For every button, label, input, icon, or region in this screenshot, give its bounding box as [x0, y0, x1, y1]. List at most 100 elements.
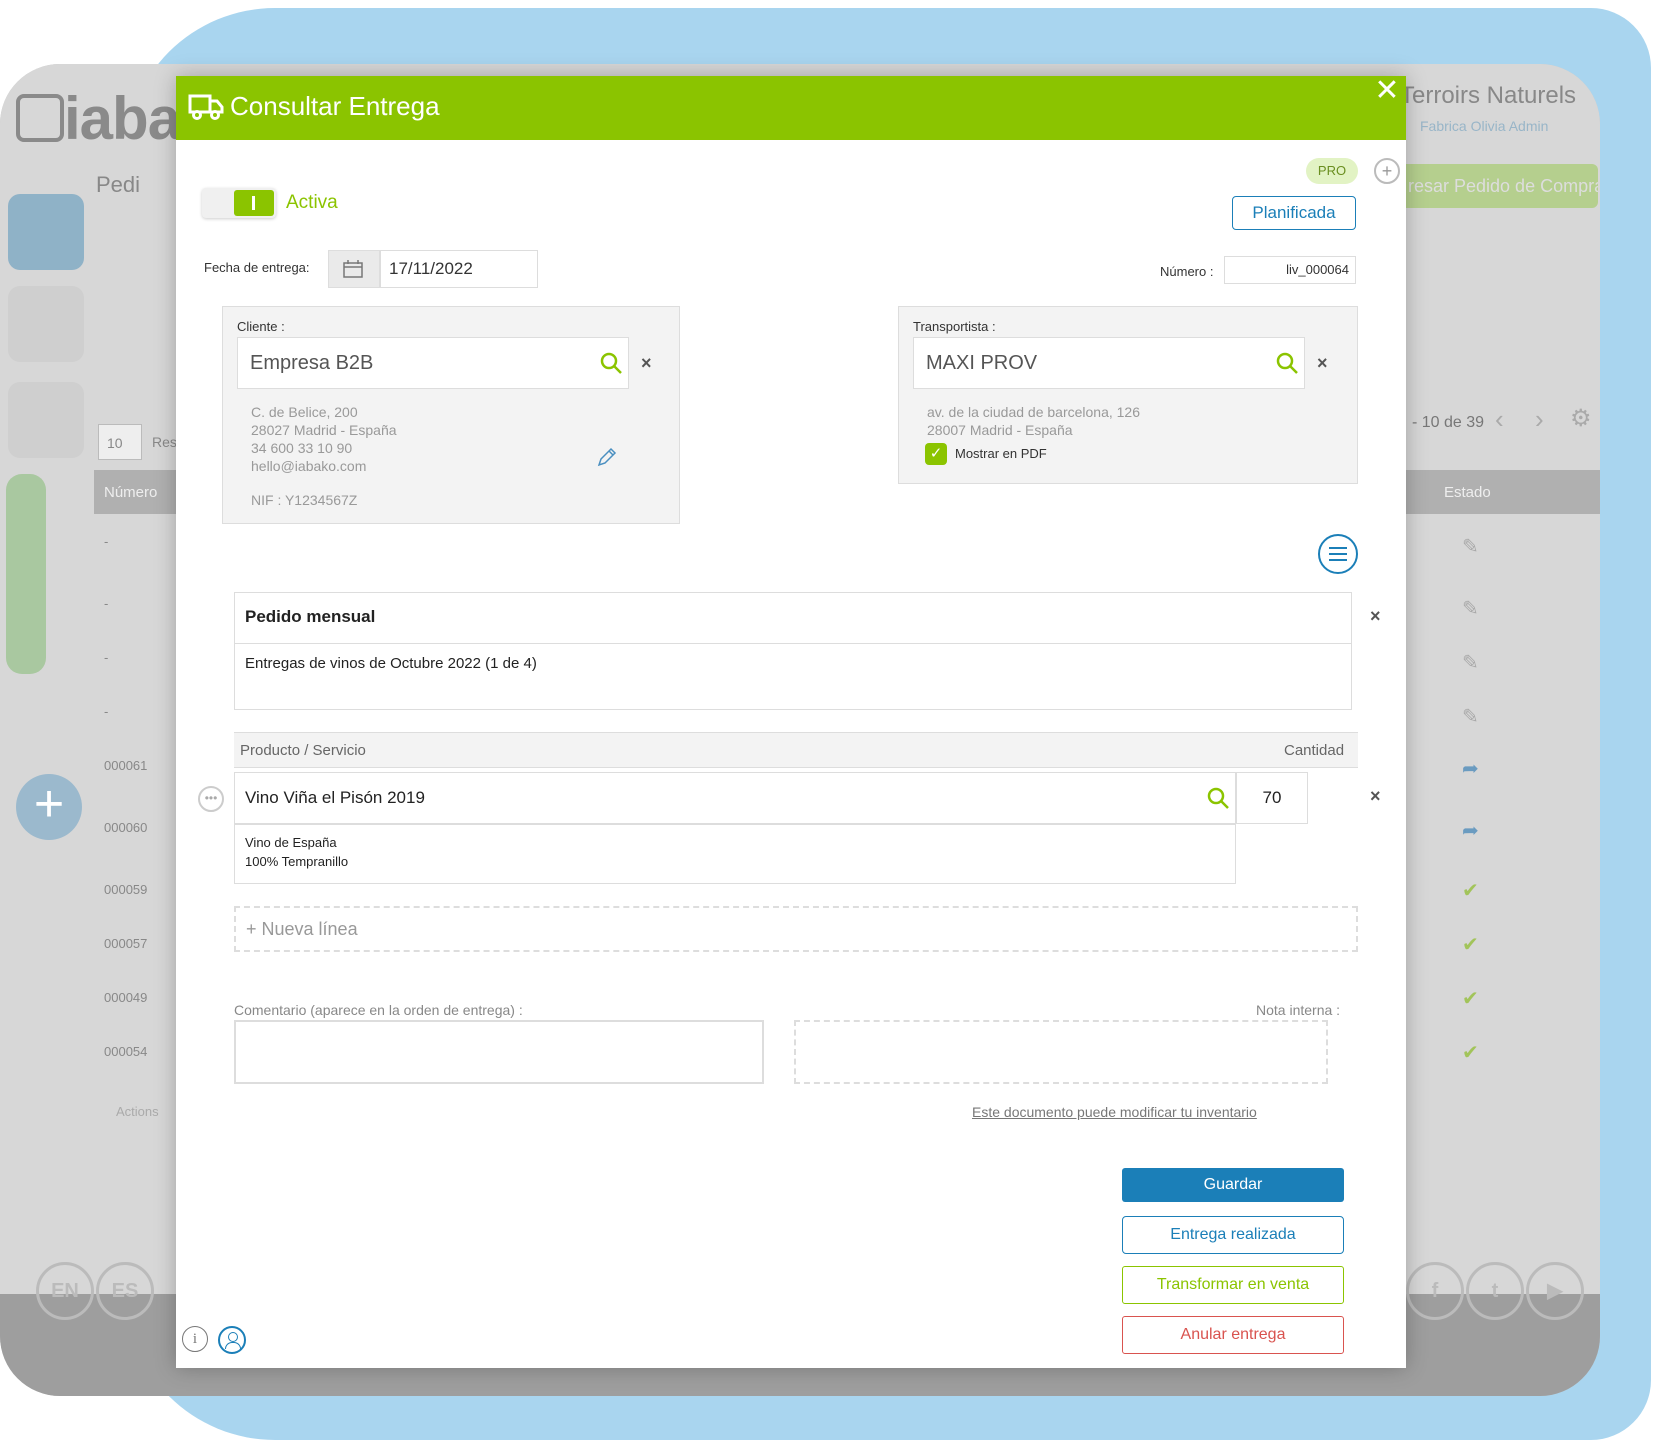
mostrar-pdf-label: Mostrar en PDF [955, 446, 1047, 461]
search-icon[interactable] [1275, 351, 1299, 375]
mostrar-pdf-checkbox[interactable]: ✓ [925, 443, 947, 465]
clear-transportista-icon[interactable]: × [1317, 353, 1328, 374]
background-page-title: Pedi [96, 172, 141, 197]
pedido-title[interactable]: Pedido mensual [245, 607, 375, 627]
active-toggle[interactable] [202, 188, 276, 218]
transportista-label: Transportista : [913, 319, 996, 334]
transportista-input[interactable]: MAXI PROV [913, 337, 1305, 389]
pencil-icon[interactable] [595, 447, 617, 469]
side-tab[interactable] [6, 474, 46, 674]
clear-cliente-icon[interactable]: × [641, 353, 652, 374]
transportista-address2: 28007 Madrid - España [927, 422, 1073, 438]
check-icon: ✔ [1462, 1042, 1479, 1064]
rows-label: Res [152, 434, 177, 450]
nota-textarea[interactable] [794, 1020, 1328, 1084]
table-row-numero: - [104, 596, 109, 611]
menu-icon[interactable] [8, 194, 84, 270]
toggle-label: Activa [286, 192, 338, 213]
planificada-button[interactable]: Planificada [1232, 196, 1356, 230]
table-row-numero: - [104, 534, 109, 549]
table-row-numero: 000057 [104, 936, 148, 951]
edit-icon[interactable]: ✎ [1462, 596, 1479, 621]
comentario-label: Comentario (aparece en la orden de entre… [234, 1002, 523, 1018]
plus-circle-icon[interactable]: + [1374, 158, 1400, 184]
cliente-input[interactable]: Empresa B2B [237, 337, 629, 389]
modal-header: Consultar Entrega ✕ [176, 76, 1406, 140]
product-desc-line: 100% Tempranillo [245, 854, 349, 869]
column-numero: Número [104, 484, 158, 501]
nueva-linea-button[interactable]: + Nueva línea [234, 906, 1358, 952]
remove-pedido-icon[interactable]: × [1370, 606, 1381, 627]
lang-en-button[interactable]: EN [36, 1262, 94, 1320]
add-button[interactable]: + [16, 774, 82, 840]
truck-icon [188, 94, 224, 120]
anular-entrega-button[interactable]: Anular entrega [1122, 1316, 1344, 1354]
check-icon: ✔ [1462, 934, 1479, 956]
table-row-numero: 000059 [104, 882, 148, 897]
logo-icon [16, 94, 64, 142]
transportista-card: Transportista : MAXI PROV × av. de la ci… [898, 306, 1358, 484]
toggle-knob [234, 190, 274, 216]
cliente-address1: C. de Belice, 200 [251, 404, 358, 420]
check-icon: ✔ [1462, 880, 1479, 902]
table-row-numero: 000049 [104, 990, 148, 1005]
guardar-button[interactable]: Guardar [1122, 1168, 1344, 1202]
twitter-icon[interactable]: t [1466, 1262, 1524, 1320]
company-sub[interactable]: Fabrica Olivia Admin [1420, 118, 1548, 134]
more-options-icon[interactable]: ••• [198, 786, 224, 812]
table-header: Producto / Servicio Cantidad [234, 732, 1358, 768]
comentario-textarea[interactable] [234, 1020, 764, 1084]
chevron-left-icon[interactable]: ‹ [1495, 404, 1504, 435]
edit-icon[interactable]: ✎ [1462, 534, 1479, 559]
product-input[interactable]: Vino Viña el Pisón 2019 [234, 772, 1236, 824]
search-icon[interactable] [1206, 786, 1230, 810]
edit-icon[interactable]: ✎ [1462, 704, 1479, 729]
menu-icon[interactable] [1318, 534, 1358, 574]
nota-label: Nota interna : [1256, 1002, 1341, 1018]
pedido-box: Pedido mensual Entregas de vinos de Octu… [234, 592, 1352, 710]
column-product: Producto / Servicio [240, 742, 366, 759]
gear-icon[interactable]: ⚙ [1570, 404, 1592, 433]
column-quantity: Cantidad [1284, 742, 1345, 759]
pedido-description[interactable]: Entregas de vinos de Octubre 2022 (1 de … [245, 655, 537, 672]
chevron-right-icon[interactable]: › [1535, 404, 1544, 435]
user-icon[interactable] [218, 1326, 246, 1354]
pro-badge: PRO [1306, 158, 1358, 184]
remove-line-icon[interactable]: × [1370, 786, 1381, 807]
rows-per-page-select[interactable]: 10 [98, 424, 142, 460]
table-row-numero: - [104, 704, 109, 719]
transformar-venta-button[interactable]: Transformar en venta [1122, 1266, 1344, 1304]
edit-icon[interactable]: ✎ [1462, 650, 1479, 675]
close-icon[interactable]: ✕ [1372, 76, 1402, 106]
cliente-email: hello@iabako.com [251, 458, 367, 474]
info-icon[interactable]: i [182, 1326, 208, 1352]
lang-es-button[interactable]: ES [96, 1262, 154, 1320]
quantity-input[interactable]: 70 [1236, 772, 1308, 824]
transportista-address1: av. de la ciudad de barcelona, 126 [927, 404, 1141, 420]
table-row-numero: - [104, 650, 109, 665]
fecha-input[interactable]: 17/11/2022 [380, 250, 538, 288]
product-desc-line: Vino de España [245, 835, 337, 850]
numero-input[interactable]: liv_000064 [1224, 256, 1356, 284]
youtube-icon[interactable]: ▶ [1526, 1262, 1584, 1320]
share-icon[interactable]: ➦ [1462, 818, 1479, 843]
cliente-phone: 34 600 33 10 90 [251, 440, 353, 456]
product-description[interactable]: Vino de España 100% Tempranillo [234, 824, 1236, 884]
cliente-nif: NIF : Y1234567Z [251, 492, 358, 508]
search-icon[interactable] [599, 351, 623, 375]
company-name: Terroirs Naturels [1400, 82, 1577, 109]
inventory-link[interactable]: Este documento puede modificar tu invent… [972, 1104, 1257, 1120]
cliente-label: Cliente : [237, 319, 285, 334]
modal-title: Consultar Entrega [230, 91, 440, 121]
table-row-numero: 000054 [104, 1044, 148, 1059]
cliente-address2: 28027 Madrid - España [251, 422, 397, 438]
ingresar-pedido-button[interactable]: resar Pedido de Compra [1398, 164, 1598, 208]
history-icon[interactable] [8, 382, 84, 458]
bell-icon[interactable] [8, 286, 84, 362]
calendar-icon[interactable] [328, 250, 380, 288]
fecha-label: Fecha de entrega: [204, 260, 310, 275]
facebook-icon[interactable]: f [1406, 1262, 1464, 1320]
share-icon[interactable]: ➦ [1462, 756, 1479, 781]
entrega-realizada-button[interactable]: Entrega realizada [1122, 1216, 1344, 1254]
check-icon: ✔ [1462, 988, 1479, 1010]
